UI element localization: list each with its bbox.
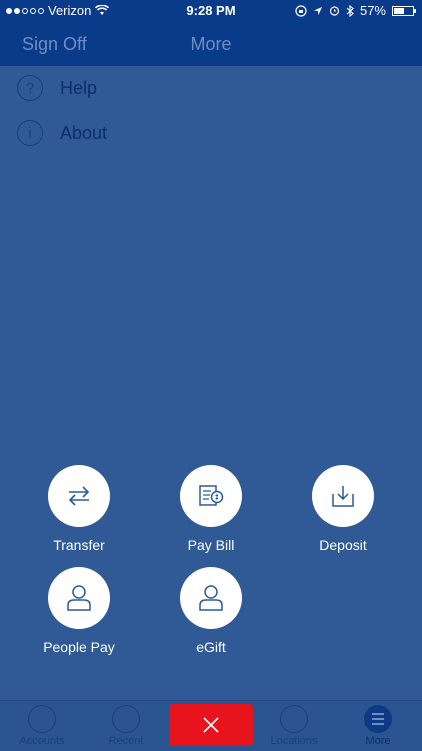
deposit-button[interactable] — [312, 465, 374, 527]
page-title: More — [190, 34, 232, 54]
menu-item-help[interactable]: ? Help — [17, 75, 97, 101]
pay-bill-button[interactable] — [180, 465, 242, 527]
egift-button[interactable] — [180, 567, 242, 629]
deposit-action[interactable]: Deposit — [283, 465, 403, 553]
battery-label: 57% — [359, 3, 386, 18]
pay-bill-icon — [199, 485, 224, 506]
person-icon — [67, 585, 91, 611]
accounts-icon — [28, 705, 56, 733]
people-pay-label: People Pay — [43, 639, 115, 655]
transfer-button[interactable] — [48, 465, 110, 527]
pay-bill-label: Pay Bill — [187, 537, 235, 553]
status-right: 57% — [295, 3, 416, 18]
deposit-icon — [332, 486, 354, 507]
location-pin-icon — [280, 705, 308, 733]
lock-rotation-icon — [295, 4, 307, 17]
menu-item-label: About — [60, 122, 108, 143]
battery-level — [394, 7, 405, 14]
people-pay-action[interactable]: People Pay — [19, 567, 139, 655]
menu-icon — [364, 705, 392, 733]
alarm-icon — [329, 6, 340, 16]
tab-label: Locations — [270, 735, 318, 747]
tab-label: More — [365, 735, 391, 747]
transfer-label: Transfer — [53, 537, 105, 553]
egift-action[interactable]: eGift — [151, 567, 271, 655]
close-icon — [203, 717, 219, 733]
egift-label: eGift — [196, 639, 226, 655]
tab-label: Recent — [108, 735, 144, 747]
tab-accounts[interactable]: Accounts — [0, 701, 84, 751]
bluetooth-icon — [346, 4, 354, 17]
status-bar: Verizon 9:28 PM 57% — [0, 0, 422, 22]
info-icon: i — [17, 120, 43, 146]
menu-item-about[interactable]: i About — [17, 120, 107, 146]
people-pay-button[interactable] — [48, 567, 110, 629]
tab-recent[interactable]: Recent — [84, 701, 168, 751]
tab-locations[interactable]: Locations — [252, 701, 336, 751]
nav-bar: Sign Off More — [0, 22, 422, 66]
person-icon — [199, 585, 223, 611]
location-icon — [313, 6, 322, 15]
deposit-label: Deposit — [319, 537, 367, 553]
transfer-icon — [68, 486, 90, 506]
close-button[interactable] — [169, 704, 253, 746]
menu-item-label: Help — [60, 77, 98, 98]
battery-icon — [392, 5, 416, 16]
tab-more[interactable]: More — [336, 701, 420, 751]
help-icon: ? — [17, 75, 43, 101]
tab-label: Accounts — [19, 735, 65, 747]
transfer-action[interactable]: Transfer — [19, 465, 139, 553]
clock-icon — [112, 705, 140, 733]
pay-bill-action[interactable]: Pay Bill — [151, 465, 271, 553]
